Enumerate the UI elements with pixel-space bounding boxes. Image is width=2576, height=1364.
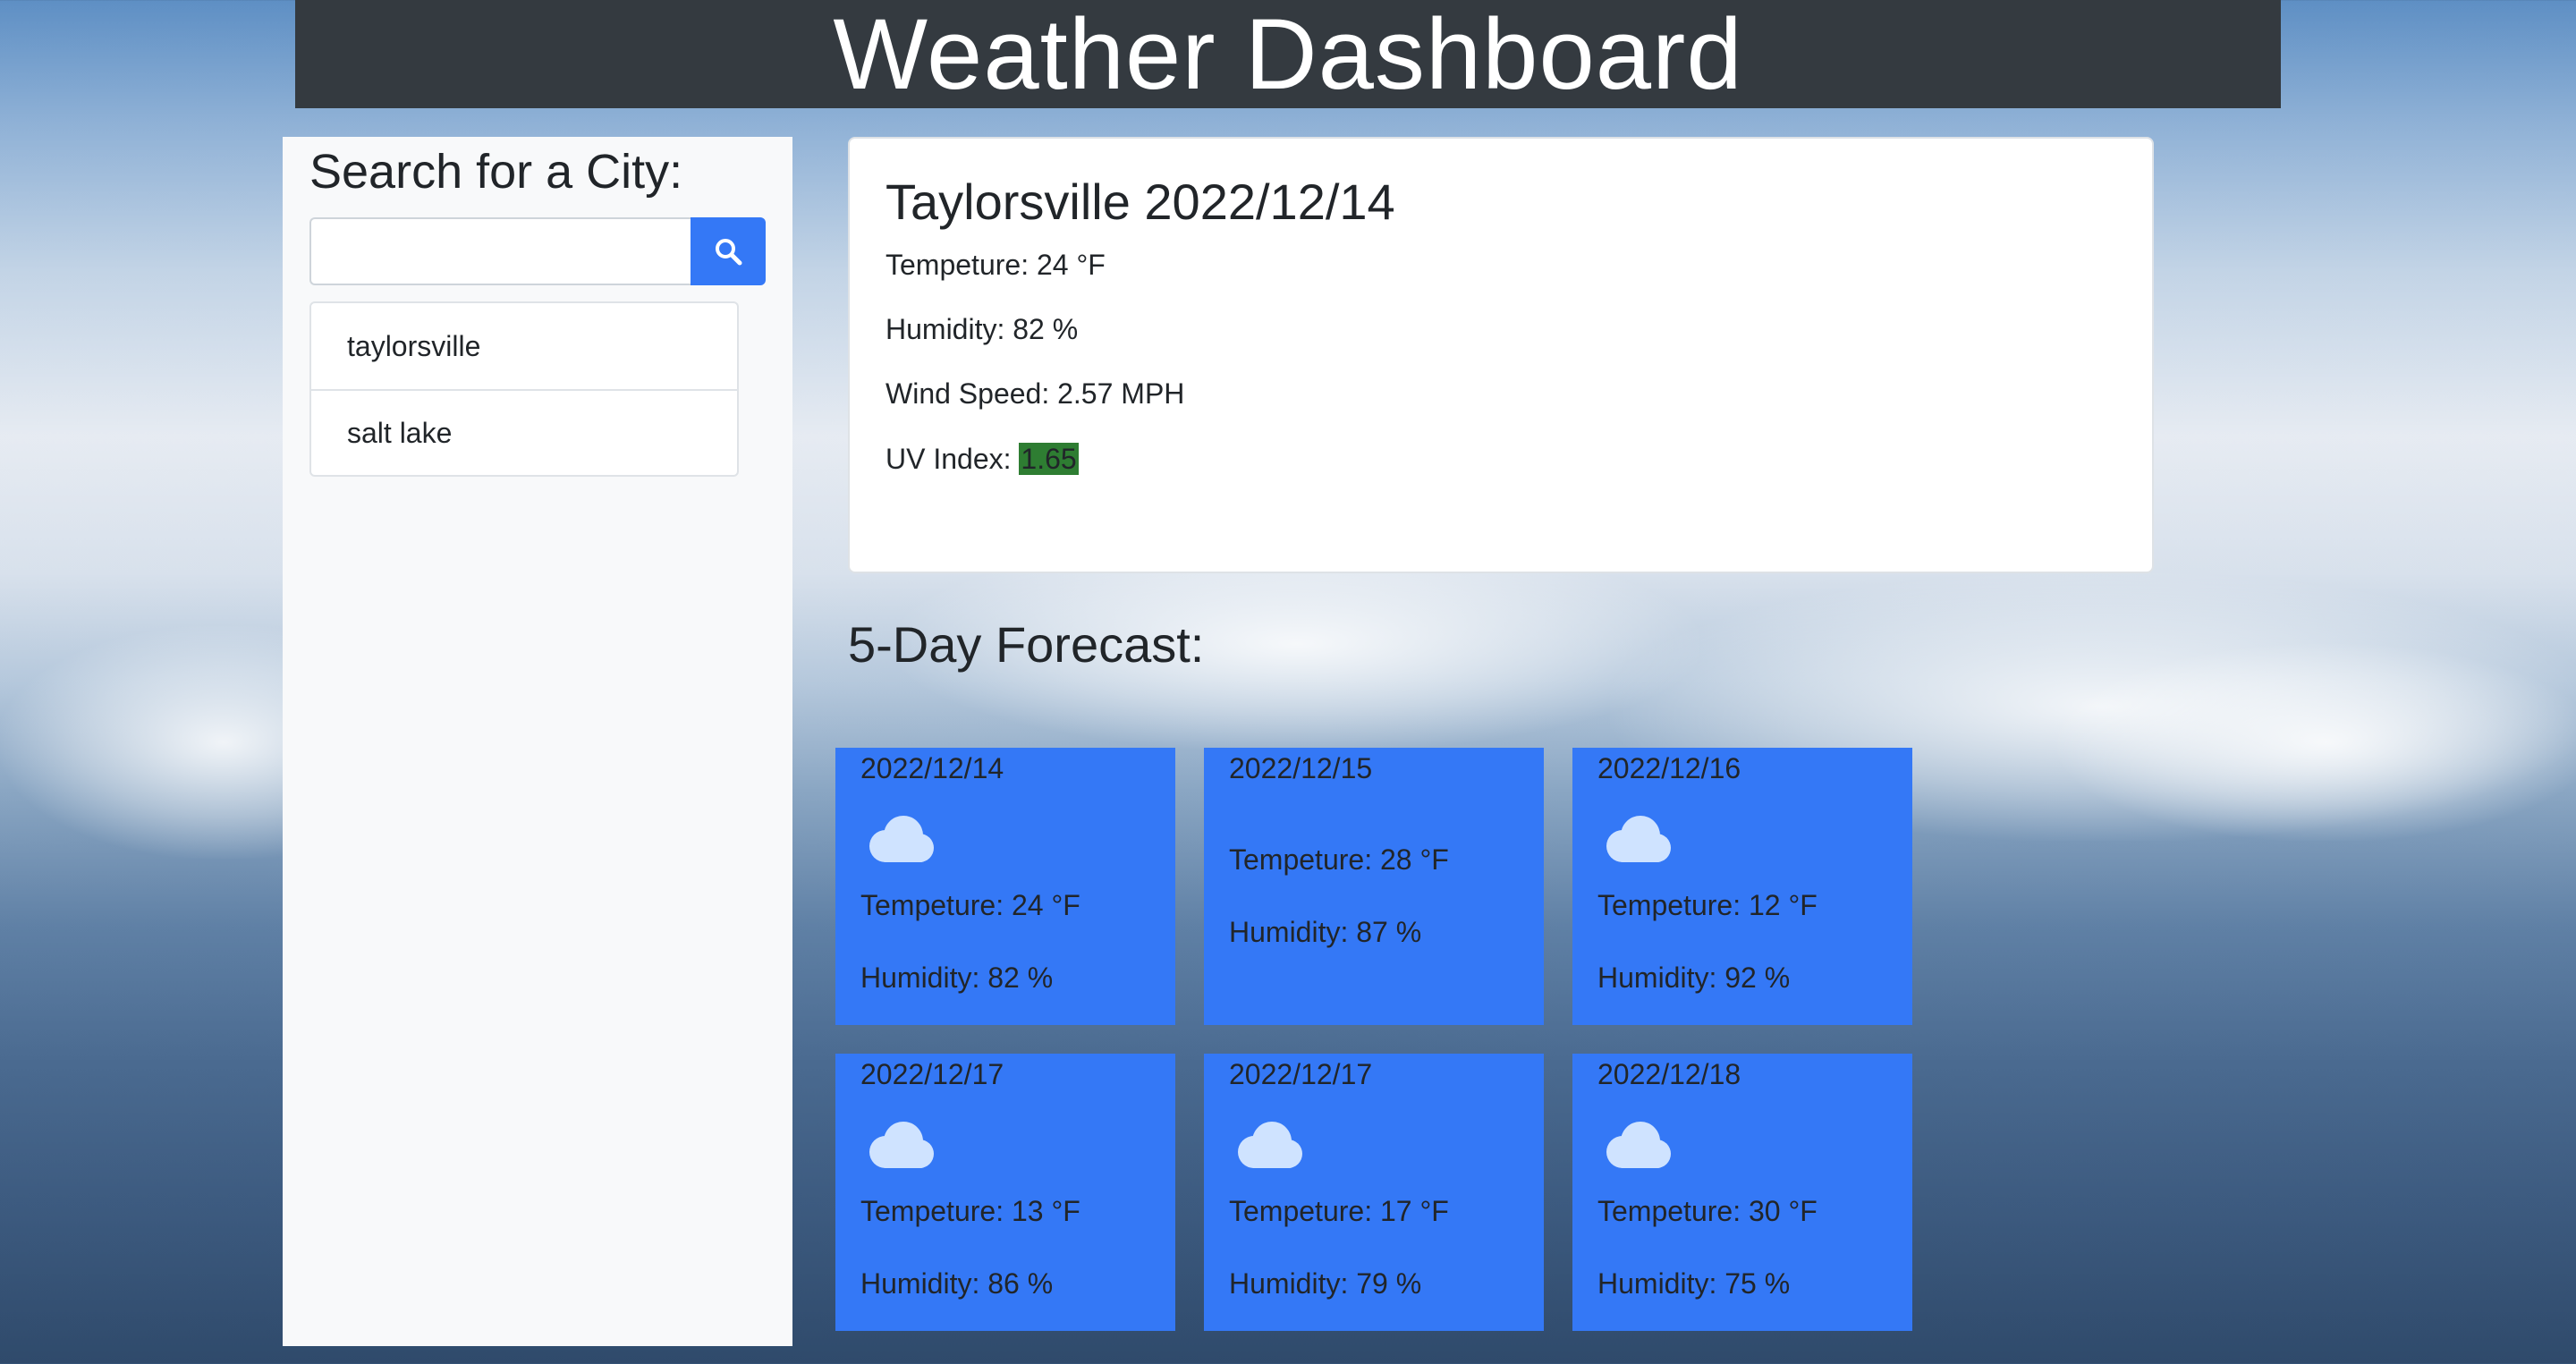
search-group xyxy=(309,217,766,286)
forecast-date: 2022/12/17 xyxy=(860,1058,1004,1090)
uv-index-badge: 1.65 xyxy=(1019,442,1079,475)
forecast-card: 2022/12/14 Tempeture: 24 °F Humidity: 82… xyxy=(835,748,1175,1025)
forecast-humidity: Humidity: 86 % xyxy=(860,1267,1054,1300)
cloud-icon xyxy=(869,1122,934,1169)
uv-label: UV Index: xyxy=(886,442,1020,475)
history-item-taylorsville[interactable]: taylorsville xyxy=(311,303,737,389)
forecast-title: 5-Day Forecast: xyxy=(848,616,1205,673)
forecast-date: 2022/12/16 xyxy=(1597,752,1741,784)
current-city-title: Taylorsville 2022/12/14 xyxy=(886,174,1395,230)
search-heading: Search for a City: xyxy=(309,145,683,199)
forecast-humidity: Humidity: 79 % xyxy=(1229,1267,1422,1300)
current-weather-card: Taylorsville 2022/12/14 Tempeture: 24 °F… xyxy=(848,137,2154,573)
forecast-temperature: Tempeture: 13 °F xyxy=(860,1195,1080,1228)
city-search-input[interactable] xyxy=(309,217,691,286)
forecast-date: 2022/12/15 xyxy=(1229,752,1373,784)
cloud-icon xyxy=(869,816,934,863)
forecast-temperature: Tempeture: 12 °F xyxy=(1597,889,1818,922)
forecast-humidity: Humidity: 75 % xyxy=(1597,1267,1791,1300)
sidebar: Search for a City: taylorsville salt lak… xyxy=(283,137,792,1346)
cloud-icon xyxy=(1606,1122,1671,1169)
search-icon xyxy=(716,239,742,266)
forecast-temperature: Tempeture: 28 °F xyxy=(1229,843,1449,877)
forecast-card: 2022/12/16 Tempeture: 12 °F Humidity: 92… xyxy=(1572,748,1912,1025)
cloud-icon xyxy=(1606,816,1671,863)
current-wind-speed: Wind Speed: 2.57 MPH xyxy=(886,377,1185,411)
cloud-icon xyxy=(1238,1122,1302,1169)
page-header: Weather Dashboard xyxy=(295,0,2281,108)
forecast-temperature: Tempeture: 17 °F xyxy=(1229,1195,1449,1228)
search-button[interactable] xyxy=(691,217,766,286)
current-temperature: Tempeture: 24 °F xyxy=(886,248,1106,281)
forecast-humidity: Humidity: 82 % xyxy=(860,961,1054,994)
forecast-humidity: Humidity: 87 % xyxy=(1229,915,1422,948)
forecast-date: 2022/12/14 xyxy=(860,752,1004,784)
forecast-card: 2022/12/18 Tempeture: 30 °F Humidity: 75… xyxy=(1572,1054,1912,1331)
forecast-temperature: Tempeture: 30 °F xyxy=(1597,1195,1818,1228)
forecast-card: 2022/12/17 Tempeture: 17 °F Humidity: 79… xyxy=(1204,1054,1544,1331)
forecast-date: 2022/12/17 xyxy=(1229,1058,1373,1090)
page-title: Weather Dashboard xyxy=(833,0,1743,110)
forecast-humidity: Humidity: 92 % xyxy=(1597,961,1791,994)
current-uv-row: UV Index: 1.65 xyxy=(886,442,2116,476)
forecast-card: 2022/12/17 Tempeture: 13 °F Humidity: 86… xyxy=(835,1054,1175,1331)
forecast-date: 2022/12/18 xyxy=(1597,1058,1741,1090)
search-history-list: taylorsville salt lake xyxy=(309,301,739,478)
current-humidity: Humidity: 82 % xyxy=(886,312,1079,345)
forecast-card: 2022/12/15 Tempeture: 28 °F Humidity: 87… xyxy=(1204,748,1544,1025)
forecast-temperature: Tempeture: 24 °F xyxy=(860,889,1080,922)
history-item-salt-lake[interactable]: salt lake xyxy=(311,389,737,475)
